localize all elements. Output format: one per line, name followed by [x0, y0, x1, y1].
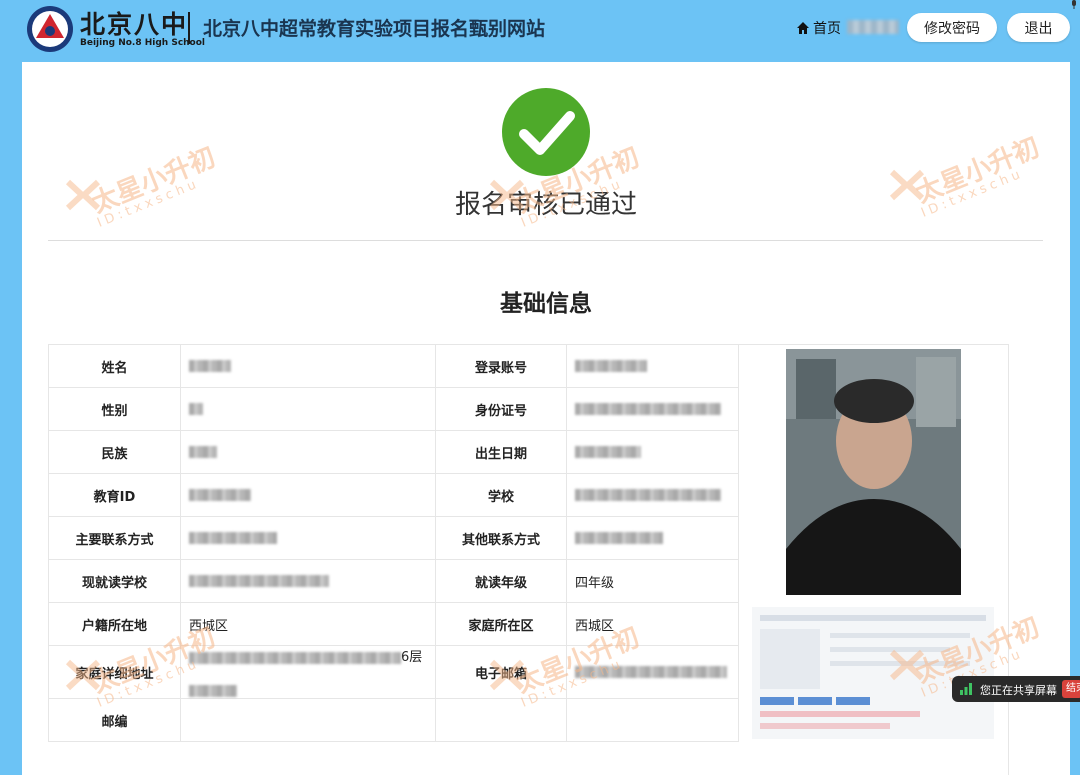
- username-redacted: [847, 20, 899, 34]
- school-logo-icon: [27, 6, 73, 52]
- header: 北京八中 Beijing No.8 High School 北京八中超常教育实验…: [0, 0, 1080, 58]
- postcode-label: 邮编: [48, 698, 181, 742]
- hukou-label: 户籍所在地: [48, 602, 181, 646]
- address-label: 家庭详细地址: [48, 645, 181, 699]
- home-icon: [797, 22, 809, 34]
- header-divider: [188, 12, 190, 44]
- birth-date-label: 出生日期: [435, 430, 567, 474]
- main-contact-label: 主要联系方式: [48, 516, 181, 560]
- home-district-value: 西城区: [566, 602, 739, 646]
- logo-text-en: Beijing No.8 High School: [80, 38, 206, 48]
- table-row: 现就读学校 就读年级 四年级: [48, 559, 739, 603]
- change-password-button[interactable]: 修改密码: [907, 13, 997, 42]
- table-row: 主要联系方式 其他联系方式: [48, 516, 739, 560]
- email-value: [566, 645, 739, 699]
- student-photo: [786, 349, 961, 595]
- postcode-value: [180, 698, 436, 742]
- table-row: 民族 出生日期: [48, 430, 739, 474]
- section-title: 基础信息: [500, 291, 592, 317]
- main-card: 报名审核已通过 基础信息 姓名 登录账号 性别 身份证号 民族 出生日期 教育I…: [22, 62, 1070, 775]
- empty-cell: [435, 698, 567, 742]
- success-check-icon: [502, 88, 590, 176]
- address-value: 6层: [180, 645, 436, 699]
- email-label: 电子邮箱: [435, 645, 567, 699]
- screen-share-indicator: 您正在共享屏幕 结束: [952, 676, 1080, 702]
- birth-date-value: [566, 430, 739, 474]
- other-contact-value: [566, 516, 739, 560]
- name-value: [180, 344, 436, 388]
- basic-info-table: 姓名 登录账号 性别 身份证号 民族 出生日期 教育ID 学校 主要联系方式 其…: [48, 344, 739, 742]
- other-contact-label: 其他联系方式: [435, 516, 567, 560]
- account-label: 登录账号: [435, 344, 567, 388]
- share-status-text: 您正在共享屏幕: [980, 684, 1057, 697]
- gender-value: [180, 387, 436, 431]
- name-label: 姓名: [48, 344, 181, 388]
- current-school-label: 现就读学校: [48, 559, 181, 603]
- table-row: 家庭详细地址 6层 电子邮箱: [48, 645, 739, 699]
- divider: [48, 240, 1043, 241]
- empty-cell: [566, 698, 739, 742]
- home-label: 首页: [813, 21, 841, 37]
- microphone-icon: [1072, 0, 1076, 9]
- edu-id-label: 教育ID: [48, 473, 181, 517]
- home-link[interactable]: 首页: [797, 18, 841, 38]
- school-label: 学校: [435, 473, 567, 517]
- table-row: 姓名 登录账号: [48, 344, 739, 388]
- hukou-value: 西城区: [180, 602, 436, 646]
- id-card-label: 身份证号: [435, 387, 567, 431]
- table-row: 户籍所在地 西城区 家庭所在区 西城区: [48, 602, 739, 646]
- approval-status-text: 报名审核已通过: [454, 190, 637, 220]
- logo-text-cn: 北京八中: [80, 10, 189, 39]
- gender-label: 性别: [48, 387, 181, 431]
- logout-button[interactable]: 退出: [1007, 13, 1070, 42]
- site-title: 北京八中超常教育实验项目报名甄别网站: [203, 18, 546, 40]
- end-share-button[interactable]: 结束: [1062, 680, 1080, 698]
- ethnicity-value: [180, 430, 436, 474]
- document-thumbnail: [752, 607, 994, 739]
- account-value: [566, 344, 739, 388]
- grade-value: 四年级: [566, 559, 739, 603]
- ethnicity-label: 民族: [48, 430, 181, 474]
- grade-label: 就读年级: [435, 559, 567, 603]
- home-district-label: 家庭所在区: [435, 602, 567, 646]
- signal-bars-icon: [960, 683, 972, 695]
- edu-id-value: [180, 473, 436, 517]
- table-row: 教育ID 学校: [48, 473, 739, 517]
- address-tail: 6层: [401, 650, 423, 665]
- table-row: 性别 身份证号: [48, 387, 739, 431]
- main-contact-value: [180, 516, 436, 560]
- current-school-value: [180, 559, 436, 603]
- id-card-value: [566, 387, 739, 431]
- table-row: 邮编: [48, 698, 739, 742]
- school-value: [566, 473, 739, 517]
- photo-column: [738, 344, 1009, 775]
